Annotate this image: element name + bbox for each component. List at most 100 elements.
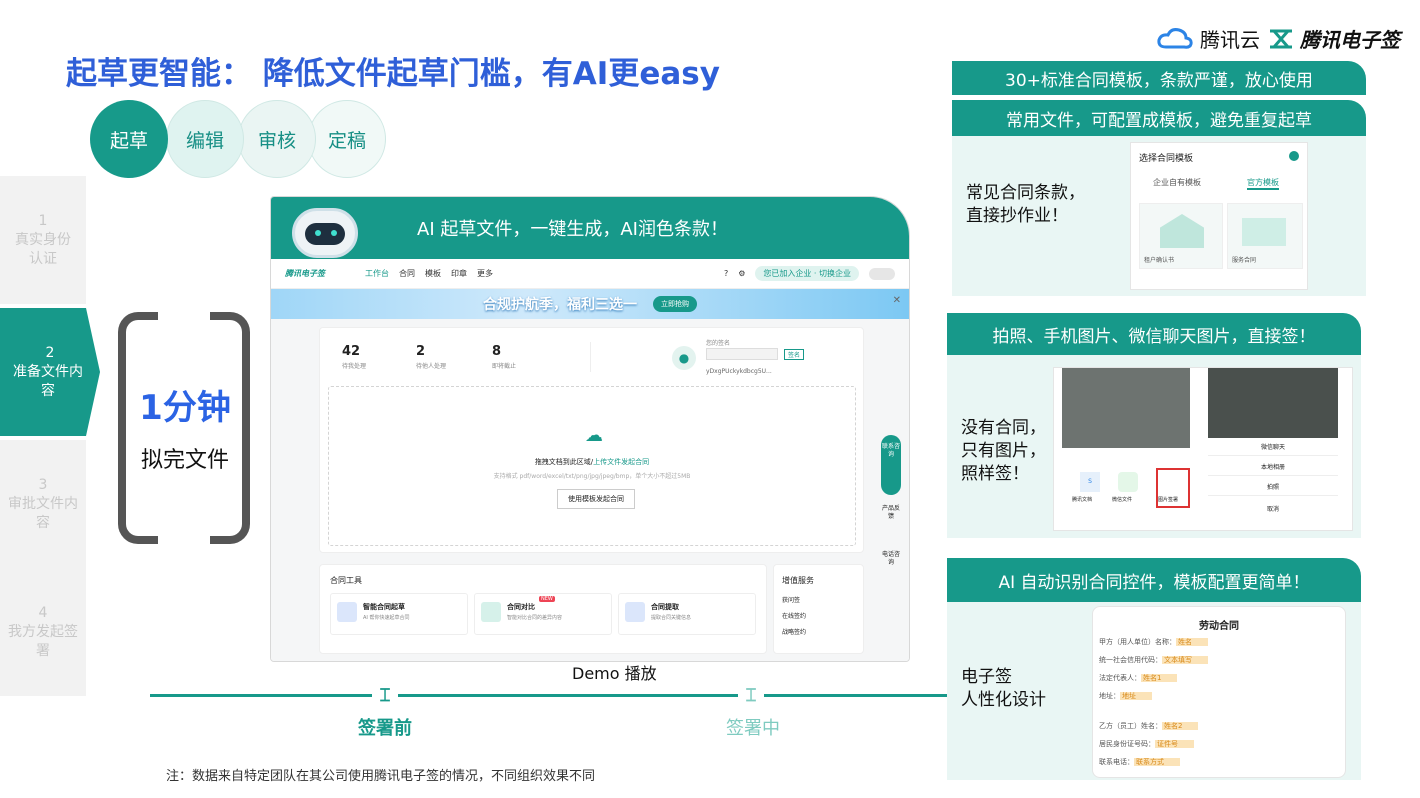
highlight-caption: 拟完文件	[140, 448, 229, 473]
robot-mascot-icon	[292, 208, 358, 258]
share-sheet: S 腾讯文档 微信文件 图片签署	[1062, 448, 1190, 524]
side-step-1: 1 真实身份认证	[0, 176, 86, 304]
close-icon[interactable]	[1289, 151, 1299, 161]
side-step-3: 3 审批文件内容	[0, 440, 86, 568]
workbench-panel: 42 待我处理 2 待他人处理 8 即将截止 ● 您的签名 签名 yDxgPUc…	[319, 327, 864, 553]
feature-bar-ai-detect: AI 自动识别合同控件，模板配置更简单！	[947, 558, 1361, 602]
upload-hint: 支持格式 pdf/word/excel/txt/png/jpg/jpeg/bmp…	[493, 473, 691, 480]
banner-button[interactable]: 立即抢购	[653, 296, 697, 312]
menu-item[interactable]: 取消	[1208, 504, 1338, 513]
footnote: 注：数据来自特定团队在其公司使用腾讯电子签的情况，不同组织效果不同	[166, 769, 596, 784]
extract-tool-icon	[625, 602, 645, 622]
tool-card-extract[interactable]: 合同提取 提取合同关键信息	[618, 593, 756, 635]
tool-card-compare[interactable]: 合同对比 NEW 智能对比合同的差异内容	[474, 593, 612, 635]
detected-field[interactable]: 文本填写	[1162, 656, 1208, 664]
timeline-marker-icon: ⌶	[738, 685, 764, 707]
menu-item[interactable]: 微信聊天	[1208, 442, 1338, 456]
esign-logo-icon	[1270, 29, 1292, 48]
tab-enterprise-templates[interactable]: 企业自有模板	[1153, 177, 1201, 188]
contract-field-row: 法定代表人： 姓名1	[1099, 673, 1178, 683]
contract-field-row: 甲方（用人单位）名称： 姓名	[1099, 637, 1208, 647]
photo-sign-text: 没有合同， 只有图片， 照样签！	[961, 418, 1046, 484]
nav-contract[interactable]: 合同	[399, 268, 415, 279]
draft-tool-icon	[337, 602, 357, 622]
template-chooser: 选择合同模板 企业自有模板 官方模板 租户确认书 服务合同	[1130, 142, 1308, 290]
service-item[interactable]: 战略签约	[782, 627, 806, 636]
contract-field-row: 地址： 地址	[1099, 691, 1152, 701]
contract-document: 劳动合同 甲方（用人单位）名称： 姓名 统一社会信用代码： 文本填写 法定代表人： 姓名1…	[1092, 606, 1346, 778]
enterprise-notice[interactable]: 您已加入企业 · 切换企业	[755, 266, 859, 281]
stat-label-1: 待我处理	[342, 363, 367, 370]
settings-icon[interactable]: ⚙	[738, 269, 745, 278]
template-text: 常见合同条款， 直接抄作业！	[966, 183, 1085, 226]
account-label: 您的签名	[706, 340, 731, 347]
template-chooser-title: 选择合同模板	[1139, 154, 1194, 164]
stat-label-2: 待他人处理	[416, 363, 447, 370]
template-card[interactable]: 服务合同	[1227, 203, 1303, 269]
flow-step-finalize: 定稿	[308, 100, 386, 178]
tool-desc: 提取合同关键信息	[651, 615, 692, 621]
signature-preview	[706, 348, 778, 360]
stat-label-3: 即将截止	[492, 363, 517, 370]
tab-official-templates[interactable]: 官方模板	[1247, 177, 1279, 190]
upload-link[interactable]: 上传文件发起合同	[593, 458, 649, 466]
field-label: 统一社会信用代码：	[1099, 656, 1162, 664]
detected-field[interactable]: 姓名2	[1162, 722, 1199, 730]
contract-field-row: 联系电话： 联系方式	[1099, 757, 1180, 767]
tool-desc: AI 帮你快速起草合同	[363, 615, 410, 621]
tencent-docs-icon[interactable]: S	[1080, 472, 1100, 492]
field-label: 法定代表人：	[1099, 674, 1141, 682]
nav-seal[interactable]: 印章	[451, 268, 467, 279]
services-panel: 增值服务 获问签 在线签约 战略签约	[773, 564, 864, 654]
phone-button[interactable]: 电话咨询	[881, 551, 901, 567]
wechat-icon[interactable]	[1118, 472, 1138, 492]
feedback-button[interactable]: 产品反馈	[881, 505, 901, 521]
cloud-upload-icon: ☁	[585, 425, 603, 446]
banner-close-icon[interactable]: ✕	[893, 295, 901, 306]
stat-value-3: 8	[492, 344, 502, 359]
services-title: 增值服务	[782, 576, 814, 585]
field-label: 地址：	[1099, 692, 1120, 700]
contract-title: 劳动合同	[1199, 621, 1239, 632]
contract-field-row: 乙方（员工）姓名： 姓名2	[1099, 721, 1199, 731]
template-card[interactable]: 租户确认书	[1139, 203, 1223, 269]
compare-tool-icon	[481, 602, 501, 622]
help-icon[interactable]: ?	[724, 269, 728, 278]
detected-field[interactable]: 姓名1	[1141, 674, 1178, 682]
contact-float-button[interactable]: 联系咨询	[881, 435, 901, 495]
cloud-logo-icon	[1157, 27, 1193, 49]
service-item[interactable]: 在线签约	[782, 611, 806, 620]
phone-bg-right	[1208, 368, 1338, 438]
menu-item[interactable]: 拍照	[1208, 482, 1338, 496]
contract-field-row: 统一社会信用代码： 文本填写	[1099, 655, 1208, 665]
nav-template[interactable]: 模板	[425, 268, 441, 279]
template-start-button[interactable]: 使用模板发起合同	[557, 489, 635, 509]
nav-more[interactable]: 更多	[477, 268, 493, 279]
demo-navbar: 腾讯电子签 工作台 合同 模板 印章 更多 ? ⚙ 您已加入企业 · 切换企业	[271, 259, 909, 289]
flow-step-draft: 起草	[90, 100, 168, 178]
upload-dropzone[interactable]: ☁ 拖拽文档到此区域/上传文件发起合同 支持格式 pdf/word/excel/…	[328, 386, 856, 546]
detected-field[interactable]: 地址	[1120, 692, 1152, 700]
user-avatar-icon: ●	[672, 346, 696, 370]
template-section: 常见合同条款， 直接抄作业！ 选择合同模板 企业自有模板 官方模板 租户确认书 …	[952, 136, 1366, 296]
detected-field[interactable]: 证件号	[1155, 740, 1194, 748]
nav-workbench[interactable]: 工作台	[365, 268, 389, 279]
tools-title: 合同工具	[330, 576, 362, 585]
tool-name: 智能合同起草	[363, 603, 405, 611]
demo-logo[interactable]: 腾讯电子签	[285, 268, 325, 279]
tool-desc: 智能对比合同的差异内容	[507, 615, 563, 621]
promo-banner[interactable]: 合规护航季，福利三选一 立即抢购 ✕	[271, 289, 909, 319]
menu-item[interactable]: 本地相册	[1208, 462, 1338, 476]
flow-step-review: 审核	[238, 100, 316, 178]
detected-field[interactable]: 姓名	[1176, 638, 1208, 646]
side-step-4: 4 我方发起签署	[0, 568, 86, 696]
highlight-value: 1分钟	[139, 388, 231, 428]
sign-button[interactable]: 签名	[784, 349, 805, 360]
feature-bar-reusable: 常用文件，可配置成模板，避免重复起草	[952, 100, 1366, 136]
timeline-line	[150, 694, 950, 697]
page-title: 起草更智能： 降低文件起草门槛，有AI更easy	[66, 56, 720, 92]
avatar[interactable]	[869, 267, 895, 280]
detected-field[interactable]: 联系方式	[1134, 758, 1180, 766]
service-item[interactable]: 获问签	[782, 595, 800, 604]
tool-card-draft[interactable]: 智能合同起草 AI 帮你快速起草合同	[330, 593, 468, 635]
